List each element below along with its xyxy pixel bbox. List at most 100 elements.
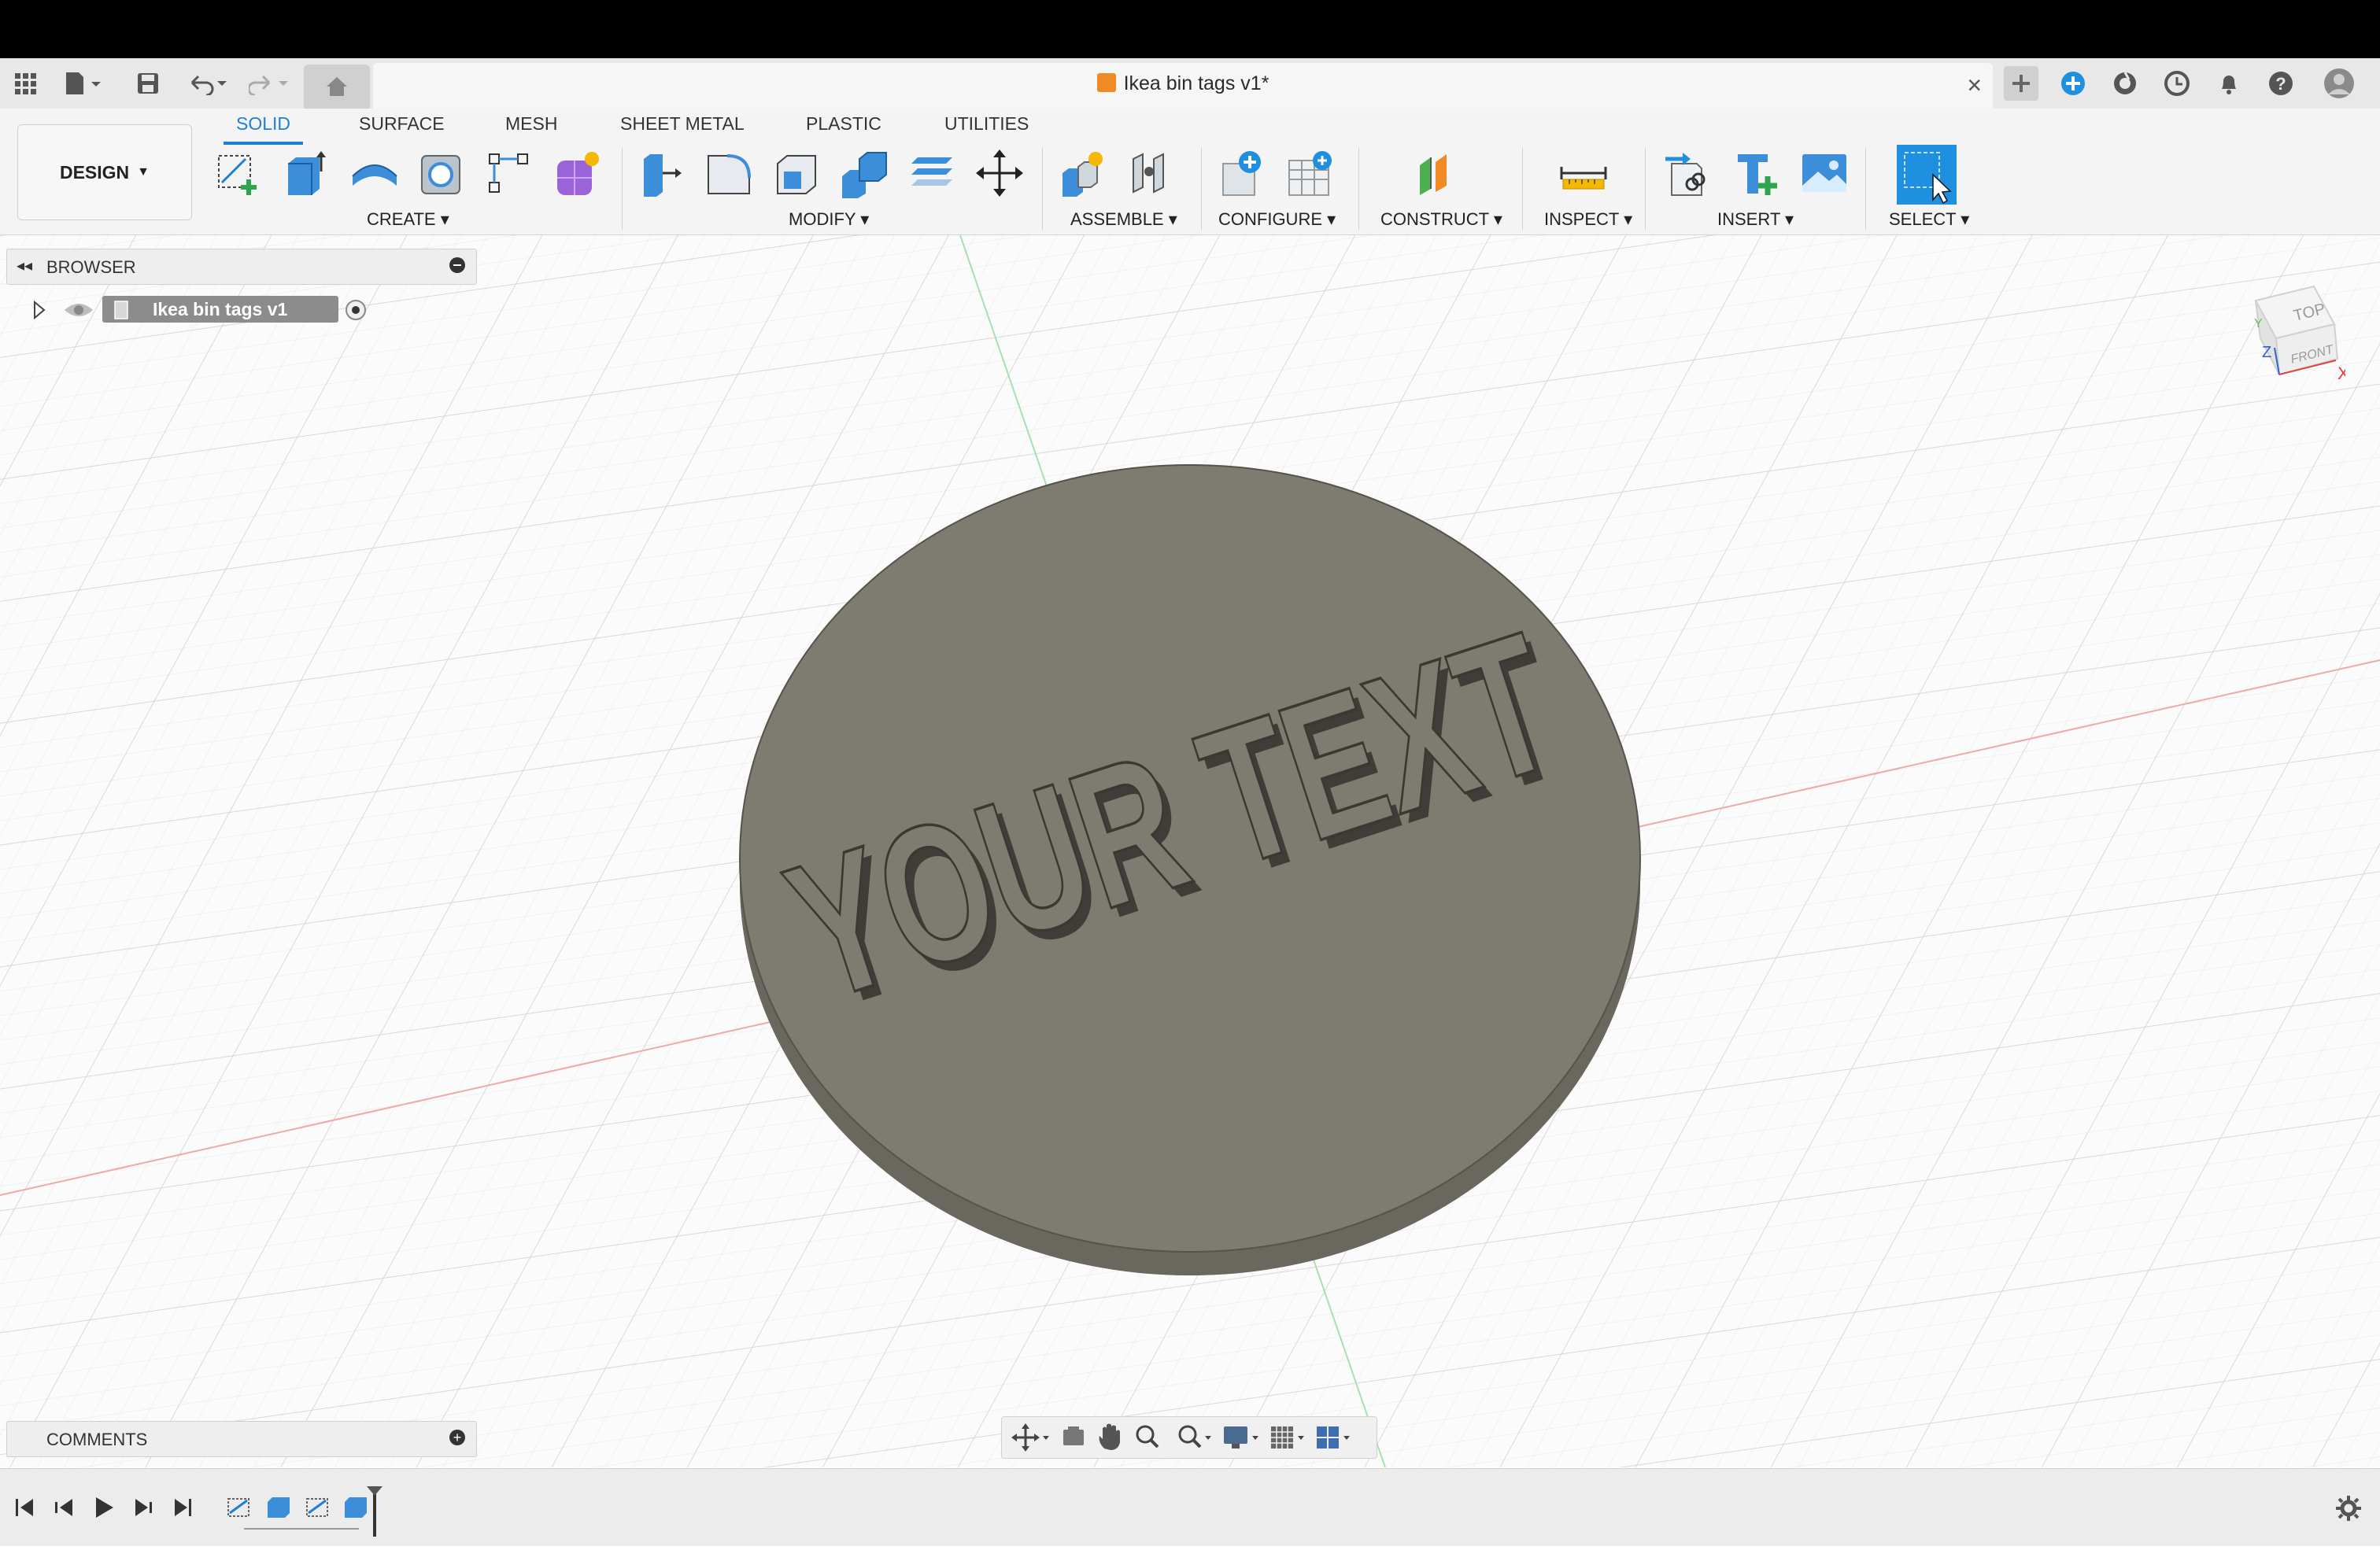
redo-icon[interactable] [247, 69, 294, 98]
pan-hand-icon[interactable] [1099, 1423, 1120, 1451]
navigation-toolbar [1001, 1416, 1377, 1459]
orbit-icon[interactable] [1011, 1423, 1049, 1452]
go-to-start-icon[interactable] [16, 1499, 33, 1516]
component-cube-icon [1096, 73, 1116, 92]
create-form-icon[interactable] [552, 148, 603, 198]
revolve-icon[interactable] [349, 148, 400, 198]
timeline-sketch-1-icon[interactable] [227, 1498, 249, 1517]
expand-arrow-icon[interactable] [31, 301, 47, 319]
svg-text:Z: Z [2262, 344, 2271, 361]
tab-sheet-metal[interactable]: SHEET METAL [620, 113, 745, 135]
save-icon[interactable] [134, 69, 162, 98]
close-tab-button[interactable]: × [1967, 71, 1982, 100]
create-sketch-icon[interactable] [214, 148, 264, 198]
insert-canvas-icon[interactable] [1799, 148, 1850, 198]
add-comment-icon[interactable]: + [449, 1430, 465, 1445]
tab-solid[interactable]: SOLID [223, 113, 304, 145]
create-menu[interactable]: CREATE ▾ [367, 209, 449, 230]
play-icon[interactable] [96, 1497, 113, 1518]
timeline-settings-gear-icon[interactable] [2334, 1494, 2363, 1522]
toolbar-ribbon: SOLID SURFACE MESH SHEET METAL PLASTIC U… [0, 109, 2380, 235]
grid-settings-icon[interactable] [1271, 1426, 1304, 1449]
step-back-icon[interactable] [55, 1499, 72, 1516]
viewcube[interactable]: TOP FRONT X Z Y [2219, 280, 2349, 406]
shell-icon[interactable] [771, 148, 822, 198]
step-forward-icon[interactable] [135, 1499, 152, 1516]
timeline-marker[interactable] [367, 1486, 382, 1537]
ribbon-separator [1201, 148, 1202, 230]
hole-icon[interactable] [417, 148, 468, 198]
timeline-extrude-1-icon[interactable] [268, 1497, 290, 1518]
measure-icon[interactable] [1558, 148, 1609, 198]
document-tab[interactable]: Ikea bin tags v1* × [373, 63, 1993, 109]
insert-menu[interactable]: INSERT ▾ [1717, 209, 1794, 230]
ribbon-separator [1865, 148, 1866, 230]
apps-grid-icon[interactable] [11, 69, 39, 98]
application-bar: Ikea bin tags v1* × ? [0, 58, 2380, 109]
combine-icon[interactable] [839, 148, 889, 198]
fillet-icon[interactable] [704, 148, 754, 198]
timeline-sketch-2-icon[interactable] [306, 1498, 328, 1517]
job-status-icon[interactable] [2109, 69, 2141, 98]
ribbon-separator [1042, 148, 1043, 230]
activate-radio-icon[interactable] [343, 297, 368, 323]
insert-derive-icon[interactable] [1664, 148, 1714, 198]
minimize-panel-icon[interactable] [449, 257, 465, 273]
svg-text:X: X [2338, 364, 2345, 383]
home-icon [327, 77, 347, 96]
svg-text:Y: Y [2254, 317, 2263, 330]
timeline-bar [0, 1468, 2380, 1546]
construct-menu[interactable]: CONSTRUCT ▾ [1380, 209, 1502, 230]
tab-plastic[interactable]: PLASTIC [806, 113, 881, 135]
display-settings-icon[interactable] [1224, 1426, 1258, 1449]
user-avatar[interactable] [2322, 68, 2356, 98]
comments-panel-header[interactable]: COMMENTS + [6, 1421, 477, 1457]
tab-utilities[interactable]: UTILITIES [944, 113, 1029, 135]
go-to-end-icon[interactable] [175, 1499, 191, 1516]
tab-mesh[interactable]: MESH [505, 113, 557, 135]
chevron-down-icon: ▼ [137, 165, 150, 179]
construct-plane-icon[interactable] [1414, 148, 1464, 198]
pattern-icon[interactable] [485, 148, 535, 198]
joint-icon[interactable] [1125, 148, 1176, 198]
document-title: Ikea bin tags v1* [373, 72, 1993, 95]
inspect-menu[interactable]: INSPECT ▾ [1544, 209, 1632, 230]
collapse-panel-icon[interactable]: ◂◂ [17, 256, 32, 275]
press-pull-icon[interactable] [636, 148, 686, 198]
offset-face-icon[interactable] [907, 148, 957, 198]
clock-icon[interactable] [2161, 69, 2193, 98]
select-menu[interactable]: SELECT ▾ [1889, 209, 1969, 230]
notifications-bell-icon[interactable] [2213, 69, 2245, 98]
new-tab-button[interactable] [2004, 66, 2038, 101]
configure-menu[interactable]: CONFIGURE ▾ [1218, 209, 1336, 230]
extrude-icon[interactable] [282, 148, 332, 198]
viewports-icon[interactable] [1317, 1426, 1350, 1449]
undo-icon[interactable] [186, 69, 233, 98]
browser-item-document[interactable]: Ikea bin tags v1 [102, 296, 338, 323]
browser-panel-header[interactable]: ◂◂ BROWSER [6, 249, 477, 285]
tab-surface[interactable]: SURFACE [359, 113, 445, 135]
assemble-menu[interactable]: ASSEMBLE ▾ [1070, 209, 1177, 230]
new-component-icon[interactable] [1058, 148, 1108, 198]
configuration-table-icon[interactable] [1286, 148, 1336, 198]
extensions-icon[interactable] [2057, 69, 2089, 98]
move-icon[interactable] [974, 148, 1025, 198]
home-tab[interactable] [304, 65, 370, 109]
help-icon[interactable]: ? [2265, 69, 2297, 98]
visibility-eye-icon[interactable] [63, 301, 94, 319]
ribbon-separator [1522, 148, 1523, 230]
design-canvas[interactable]: YOUR TEXT YOUR TEXT [0, 235, 2380, 1467]
insert-mcmaster-icon[interactable] [1731, 148, 1782, 198]
system-menu-bar [0, 0, 2380, 58]
timeline-extrude-2-icon[interactable] [345, 1497, 367, 1518]
select-icon[interactable] [1897, 145, 1957, 205]
file-menu-icon[interactable] [61, 69, 109, 98]
look-at-icon[interactable] [1063, 1426, 1084, 1445]
modify-menu[interactable]: MODIFY ▾ [789, 209, 869, 230]
ribbon-separator [1645, 148, 1646, 230]
fit-zoom-icon[interactable] [1178, 1425, 1211, 1449]
3d-viewport[interactable]: YOUR TEXT YOUR TEXT [0, 235, 2380, 1467]
configure-design-icon[interactable] [1218, 148, 1269, 198]
zoom-icon[interactable] [1136, 1425, 1159, 1449]
workspace-switcher-button[interactable]: DESIGN ▼ [17, 124, 192, 220]
